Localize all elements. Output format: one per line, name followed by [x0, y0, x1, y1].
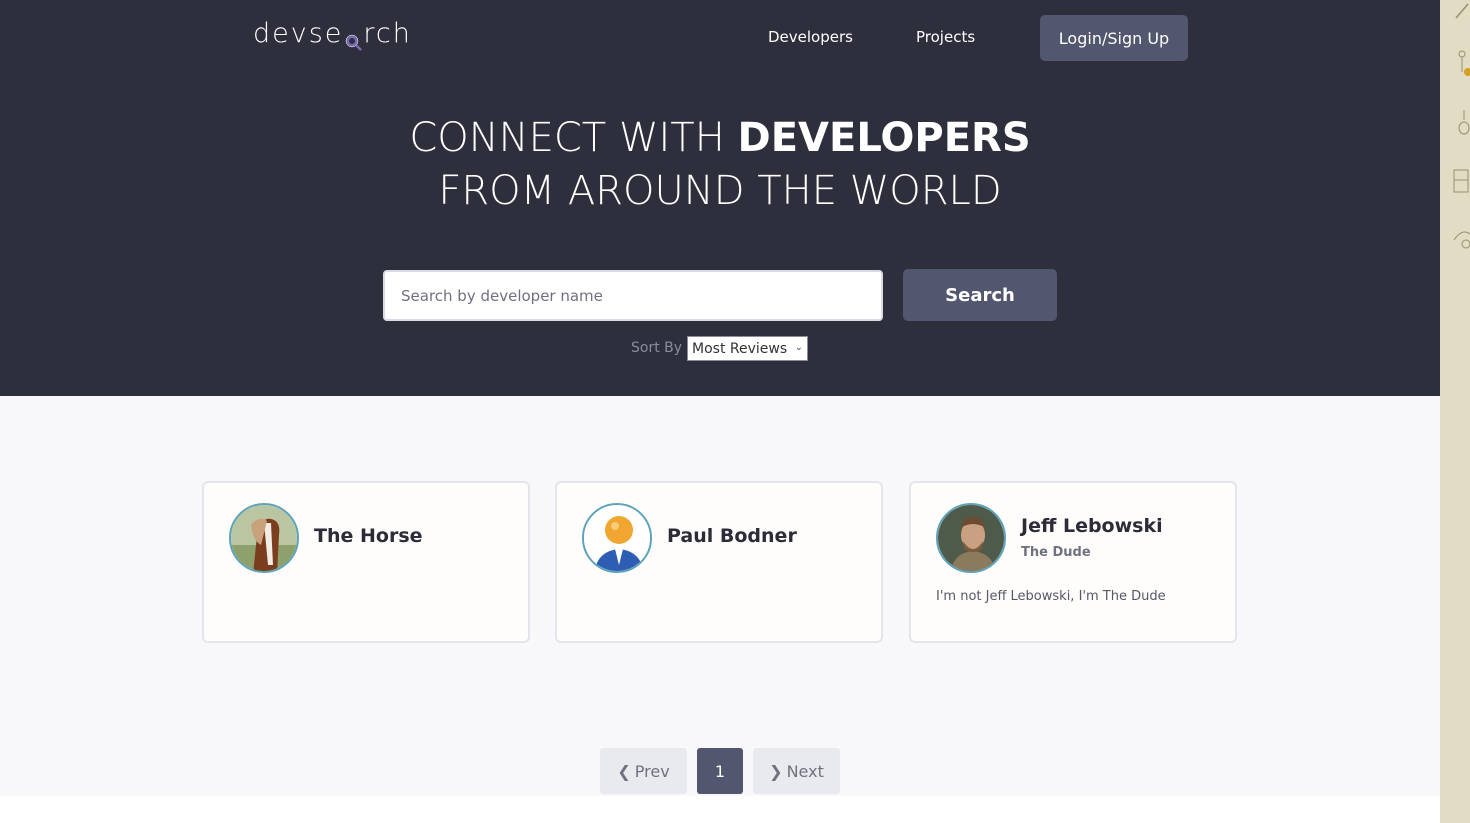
search-input[interactable]	[383, 270, 883, 321]
remote-icon[interactable]	[1452, 226, 1470, 249]
app-root: devse rch devsearch Developers Projects …	[0, 0, 1470, 823]
hero-line-1-light: CONNECT WITH	[409, 115, 725, 161]
developer-name[interactable]: Jeff Lebowski	[1021, 515, 1163, 537]
logo-part-2: rch	[363, 18, 412, 49]
login-signup-button[interactable]: Login/Sign Up	[1040, 15, 1188, 61]
sort-select[interactable]: Most Reviews ⌄	[687, 336, 808, 361]
nav-developers-link[interactable]: Developers	[768, 28, 853, 46]
sort-select-value: Most Reviews	[692, 340, 788, 357]
hero-line-2: FROM AROUND THE WORLD	[438, 168, 1002, 214]
logo-part-1: devse	[253, 18, 344, 49]
side-toolbar	[1440, 0, 1470, 823]
bug-icon[interactable]	[1452, 108, 1470, 135]
developer-short-intro: The Dude	[1021, 545, 1091, 560]
nav-projects-link[interactable]: Projects	[916, 28, 975, 46]
hero-title: CONNECT WITH DEVELOPERS FROM AROUND THE …	[0, 112, 1440, 218]
magnifier-logo-icon	[344, 27, 363, 51]
next-page-button[interactable]: ❯ Next	[753, 748, 840, 794]
git-branch-icon[interactable]	[1452, 50, 1470, 76]
developer-card[interactable]: The Horse	[202, 481, 530, 643]
developer-name[interactable]: The Horse	[314, 525, 423, 547]
page-number-button[interactable]: 1	[697, 748, 743, 794]
pin-icon[interactable]	[1452, 0, 1470, 22]
prev-label: Prev	[634, 761, 670, 781]
search-button[interactable]: Search	[903, 269, 1057, 321]
logo[interactable]: devse rch devsearch	[253, 18, 412, 51]
next-label: Next	[786, 761, 824, 781]
developer-card[interactable]: Paul Bodner	[555, 481, 883, 643]
page-bottom	[0, 796, 1440, 823]
default-user-avatar-icon	[582, 503, 652, 573]
man-avatar	[936, 503, 1006, 573]
extensions-icon[interactable]	[1452, 168, 1470, 193]
prev-page-button[interactable]: ❮ Prev	[600, 748, 687, 794]
hero-line-1: CONNECT WITH DEVELOPERS	[0, 112, 1440, 165]
developer-bio: I'm not Jeff Lebowski, I'm The Dude	[936, 589, 1166, 604]
horse-avatar	[229, 503, 299, 573]
developer-card[interactable]: Jeff Lebowski The Dude I'm not Jeff Lebo…	[909, 481, 1237, 643]
hero-line-1-bold: DEVELOPERS	[737, 115, 1031, 161]
hero-section: devse rch devsearch Developers Projects …	[0, 0, 1440, 396]
chevron-down-icon: ⌄	[794, 342, 803, 353]
sort-by-label: Sort By	[631, 340, 683, 356]
developer-name[interactable]: Paul Bodner	[667, 525, 797, 547]
chevron-left-icon: ❮	[617, 761, 631, 781]
chevron-right-icon: ❯	[769, 761, 783, 781]
